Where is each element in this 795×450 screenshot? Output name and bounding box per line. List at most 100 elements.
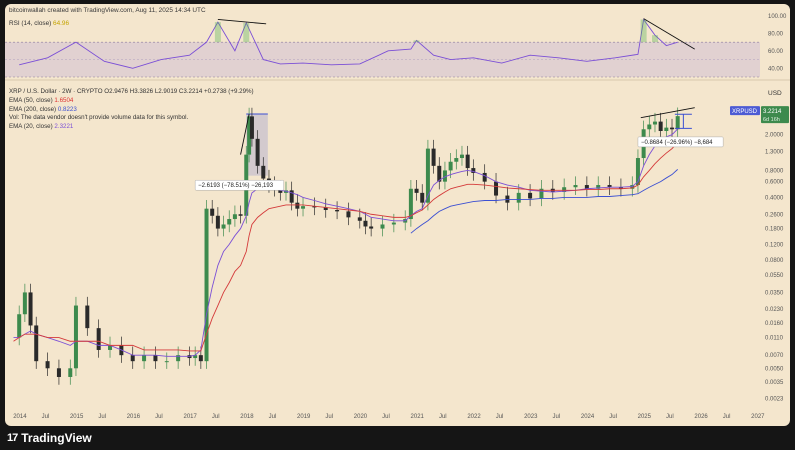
chart-canvas[interactable]: 100.0080.0060.0040.003.00002.00001.30000… [5, 4, 790, 426]
candle-body [28, 292, 33, 326]
candle-body [459, 154, 464, 159]
time-tick-label: 2027 [751, 414, 765, 420]
time-tick-label: Jul [155, 414, 163, 420]
time-tick-label: Jul [666, 414, 674, 420]
ema20-value: 2.3221 [54, 123, 74, 131]
candle-body [164, 361, 169, 363]
candle-body [675, 116, 680, 130]
candle-body [198, 355, 203, 362]
candle-body [494, 181, 499, 196]
symbol-line[interactable]: XRP / U.S. Dollar · 2W · CRYPTO O2.9476 … [9, 88, 254, 97]
time-tick-label: 2015 [70, 414, 84, 420]
time-tick-label: 2020 [354, 414, 368, 420]
candle-body [45, 361, 50, 369]
candle-body [96, 328, 101, 350]
candle-body [652, 121, 657, 125]
time-tick-label: 2018 [240, 414, 254, 420]
time-tick-label: Jul [212, 414, 220, 420]
price-tick-label: 0.2600 [765, 212, 784, 218]
candle-body [215, 215, 220, 229]
candle-body [56, 368, 61, 377]
candle-body [22, 292, 27, 315]
price-tick-label: 0.1800 [765, 227, 784, 233]
candle-body [227, 219, 232, 225]
rsi-overbought-fill [640, 19, 647, 43]
candle-body [528, 192, 533, 199]
ema200-value: 0.8223 [57, 105, 77, 113]
candle-body [346, 211, 351, 218]
price-tick-label: 0.0550 [765, 273, 784, 279]
ema20-legend[interactable]: EMA (20, close) 2.3221 [9, 123, 254, 132]
ema50-legend[interactable]: EMA (50, close) 1.6504 [9, 97, 254, 106]
candle-body [255, 138, 260, 166]
time-tick-label: 2014 [13, 414, 27, 420]
time-tick-label: Jul [382, 414, 390, 420]
price-tag-symbol: XRPUSD [732, 109, 758, 115]
rsi-overbought-fill [651, 35, 658, 43]
price-tick-label: 0.0350 [765, 290, 784, 296]
candle-body [301, 206, 306, 209]
usd-label: USD [768, 90, 782, 97]
candle-body [670, 127, 675, 130]
tradingview-logo[interactable]: 17 TradingView [7, 431, 92, 445]
price-tick-label: 0.0110 [765, 336, 784, 342]
candle-body [425, 148, 430, 203]
price-tag-time: 6d 16h [763, 117, 780, 123]
time-tick-label: 2023 [524, 414, 538, 420]
candle-body [369, 226, 374, 229]
rsi-tick-label: 100.00 [768, 14, 787, 20]
chart-window: 100.0080.0060.0040.003.00002.00001.30000… [0, 0, 795, 450]
rsi-divergence-arrow-2018 [217, 19, 267, 25]
ema20-name: EMA (20, close) [9, 123, 53, 131]
rsi-tick-label: 60.00 [768, 49, 784, 55]
candle-body [210, 208, 215, 216]
rsi-overbought-fill [243, 22, 250, 43]
symbol-title: XRP / U.S. Dollar · 2W · CRYPTO [9, 88, 103, 95]
rsi-overbought-fill [214, 22, 221, 43]
tradingview-logo-icon: 17 [7, 432, 18, 444]
candle-body [414, 188, 419, 193]
time-tick-label: Jul [325, 414, 333, 420]
candle-body [465, 154, 470, 169]
time-tick-label: 2019 [297, 414, 311, 420]
candle-body [647, 124, 652, 130]
time-tick-label: Jul [609, 414, 617, 420]
ema50-line [13, 141, 679, 352]
time-tick-label: 2022 [467, 414, 481, 420]
price-tick-label: 0.0070 [765, 353, 784, 359]
candle-body [153, 355, 158, 362]
candle-body [221, 224, 226, 229]
candle-body [431, 148, 436, 166]
price-tick-label: 0.0800 [765, 258, 784, 264]
price-tick-label: 0.0230 [765, 307, 784, 313]
rsi-legend: RSI (14, close) 64.96 [9, 20, 69, 27]
price-tick-label: 1.3000 [765, 150, 784, 156]
drawdown-label-2025: −0.8684 (−26.96%) −8,684 [641, 140, 713, 146]
candle-body [380, 224, 385, 229]
time-tick-label: 2025 [638, 414, 652, 420]
price-divergence-arrow-2025 [640, 107, 695, 119]
rsi-overbought-fill [413, 40, 420, 43]
candle-body [73, 305, 78, 369]
price-tick-label: 0.6000 [765, 180, 784, 186]
time-tick-label: 2016 [127, 414, 141, 420]
candle-body [573, 185, 578, 188]
time-tick-label: 2024 [581, 414, 595, 420]
price-tick-label: 0.0035 [765, 380, 784, 386]
rsi-legend-value: 64.96 [53, 20, 70, 27]
candle-body [391, 222, 396, 225]
candle-body [664, 127, 669, 132]
candle-body [454, 158, 459, 162]
ema20-line [13, 128, 679, 357]
candle-body [448, 161, 453, 171]
vol-note: Vol: The data vendor doesn't provide vol… [9, 114, 189, 122]
candle-body [85, 305, 90, 329]
ema200-legend[interactable]: EMA (200, close) 0.8223 [9, 106, 254, 115]
time-tick-label: 2026 [694, 414, 708, 420]
candle-body [357, 217, 362, 221]
ema50-name: EMA (50, close) [9, 96, 53, 104]
candle-body [130, 355, 135, 362]
candle-body [420, 192, 425, 203]
candle-body [142, 355, 147, 362]
price-tick-label: 0.0160 [765, 321, 784, 327]
